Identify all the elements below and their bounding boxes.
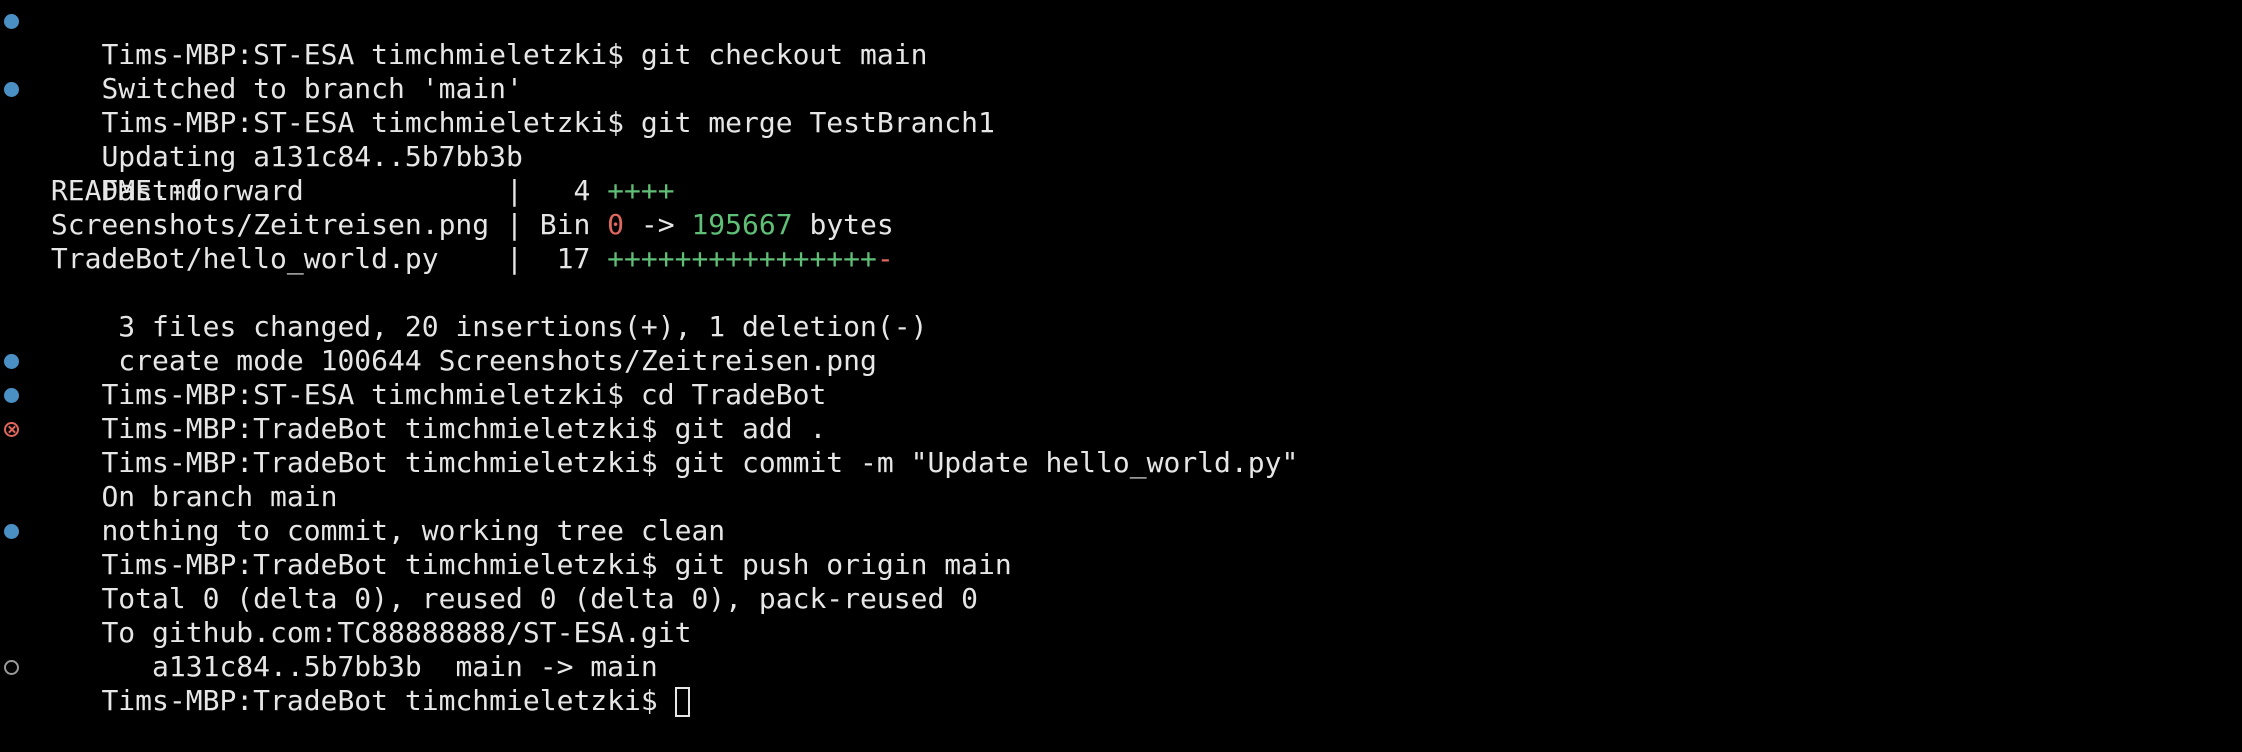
prompt-text: Tims-MBP:TradeBot timchmieletzki$ xyxy=(101,684,675,717)
diffstat-line: README.md | 4 ++++ xyxy=(0,174,2242,208)
output-line: Updating a131c84..5b7bb3b xyxy=(0,106,2242,173)
diffstat-line: Screenshots/Zeitreisen.png | Bin 0 -> 19… xyxy=(0,208,2242,242)
line-text: README.md | 4 xyxy=(34,174,608,207)
command-success-marker-icon[interactable] xyxy=(4,14,19,29)
output-line: nothing to commit, working tree clean xyxy=(0,480,2242,547)
command-line: Tims-MBP:TradeBot timchmieletzki$ git ad… xyxy=(0,378,2242,445)
output-line: Switched to branch 'main' xyxy=(0,38,2242,105)
output-line: Fast-forward xyxy=(0,140,2242,207)
output-line: Total 0 (delta 0), reused 0 (delta 0), p… xyxy=(0,548,2242,615)
line-text: Screenshots/Zeitreisen.png | Bin xyxy=(34,208,608,241)
insertions-bar: ++++ xyxy=(607,174,675,207)
output-line: To github.com:TC88888888/ST-ESA.git xyxy=(0,582,2242,649)
command-line: Tims-MBP:ST-ESA timchmieletzki$ cd Trade… xyxy=(0,344,2242,411)
command-success-marker-icon[interactable] xyxy=(4,82,19,97)
old-size: 0 xyxy=(607,208,625,241)
size-arrow: -> xyxy=(624,208,692,241)
line-text: TradeBot/hello_world.py | 17 xyxy=(34,242,608,275)
deletions-bar: - xyxy=(876,242,894,275)
new-size: 195667 xyxy=(691,208,793,241)
command-success-marker-icon[interactable] xyxy=(4,388,19,403)
output-line: 3 files changed, 20 insertions(+), 1 del… xyxy=(0,276,2242,343)
command-error-marker-icon[interactable] xyxy=(4,422,19,437)
command-line: Tims-MBP:ST-ESA timchmieletzki$ git chec… xyxy=(0,4,2242,71)
command-success-marker-icon[interactable] xyxy=(4,354,19,369)
size-unit: bytes xyxy=(792,208,894,241)
terminal-window[interactable]: Tims-MBP:ST-ESA timchmieletzki$ git chec… xyxy=(0,0,2242,717)
output-line: a131c84..5b7bb3b main -> main xyxy=(0,616,2242,683)
text-cursor[interactable] xyxy=(674,687,690,717)
command-line: Tims-MBP:ST-ESA timchmieletzki$ git merg… xyxy=(0,72,2242,139)
active-prompt-line[interactable]: Tims-MBP:TradeBot timchmieletzki$ xyxy=(0,650,2242,717)
command-line: Tims-MBP:TradeBot timchmieletzki$ git co… xyxy=(0,412,2242,479)
command-pending-marker-icon xyxy=(4,660,19,675)
command-line: Tims-MBP:TradeBot timchmieletzki$ git pu… xyxy=(0,514,2242,581)
command-success-marker-icon[interactable] xyxy=(4,524,19,539)
output-line: create mode 100644 Screenshots/Zeitreise… xyxy=(0,310,2242,377)
diffstat-line: TradeBot/hello_world.py | 17 +++++++++++… xyxy=(0,242,2242,276)
insertions-bar: ++++++++++++++++ xyxy=(607,242,877,275)
output-line: On branch main xyxy=(0,446,2242,513)
